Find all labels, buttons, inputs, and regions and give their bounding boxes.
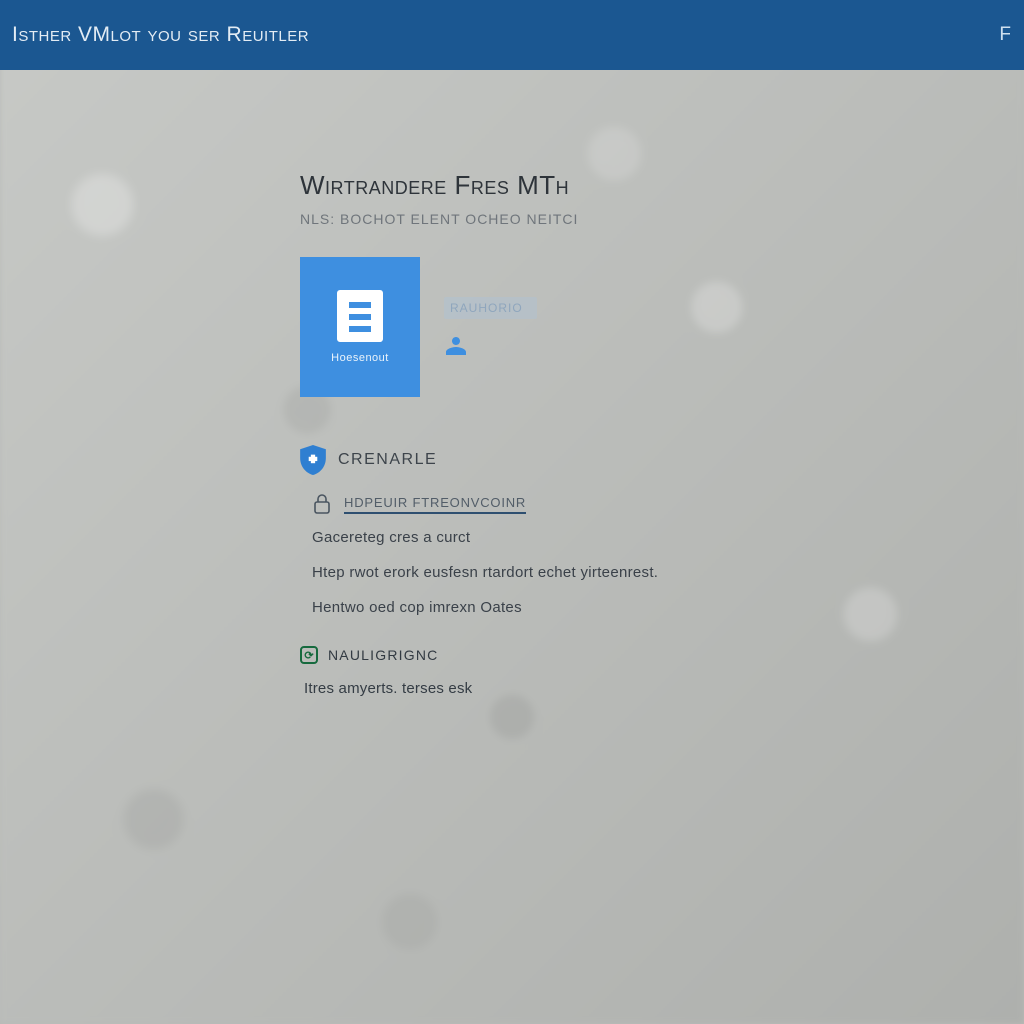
section-crenarle: CRENARLE HDPEUIR FTREONVCOINR Gacereteg …: [300, 445, 1024, 616]
tile-caption: Hoesenout: [331, 352, 389, 364]
lock-icon: [312, 493, 332, 515]
person-icon: [444, 333, 468, 357]
section-header: CRENARLE: [300, 445, 1024, 475]
section2-header: ⟳ NAULIGRIGNC: [300, 646, 1024, 664]
tile-row: Hoesenout RAUHORIO: [300, 257, 1024, 397]
paragraph-item: Htep rwot erork eusfesn rtardort echet y…: [312, 564, 1024, 581]
header-right-label: F: [999, 24, 1012, 46]
paragraph-item: Hentwo oed cop imrexn Oates: [312, 599, 1024, 616]
title-block: Wirtrandere Fres MTh NLS: BOCHOT ELENT O…: [300, 170, 1024, 227]
page-title: Wirtrandere Fres MTh: [300, 170, 1024, 201]
document-icon: [337, 290, 383, 342]
paragraph-list: Gacereteg cres a curct Htep rwot erork e…: [312, 529, 1024, 616]
tile-side: RAUHORIO: [444, 297, 537, 357]
subrow-link[interactable]: HDPEUIR FTREONVCOINR: [312, 493, 1024, 515]
primary-tile[interactable]: Hoesenout: [300, 257, 420, 397]
section2-title: NAULIGRIGNC: [328, 647, 438, 663]
tile-side-label: RAUHORIO: [444, 297, 537, 319]
section-naulgrignc: ⟳ NAULIGRIGNC Itres amyerts. terses esk: [300, 646, 1024, 697]
app-header: Isther VMlot you ser Reuitler F: [0, 0, 1024, 70]
paragraph-item: Gacereteg cres a curct: [312, 529, 1024, 546]
page-subtitle: NLS: BOCHOT ELENT OCHEO NEITCI: [300, 211, 1024, 227]
header-title: Isther VMlot you ser Reuitler: [12, 23, 309, 47]
main-content: Wirtrandere Fres MTh NLS: BOCHOT ELENT O…: [0, 70, 1024, 697]
subrow-label: HDPEUIR FTREONVCOINR: [344, 495, 526, 514]
section-title: CRENARLE: [338, 451, 437, 469]
refresh-icon: ⟳: [300, 646, 318, 664]
shield-icon: [300, 445, 326, 475]
section2-body: Itres amyerts. terses esk: [304, 680, 1024, 697]
